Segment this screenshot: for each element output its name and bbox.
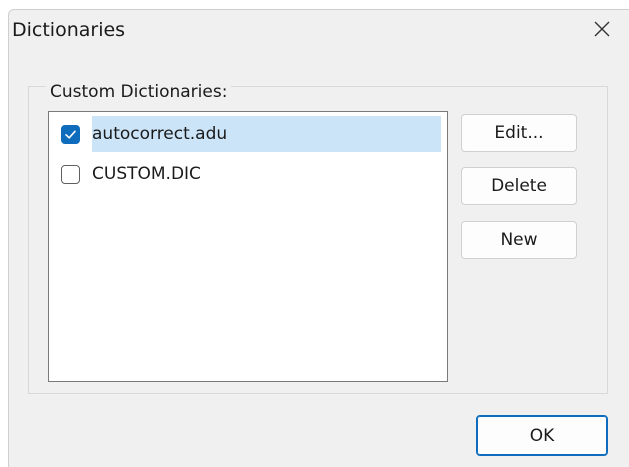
list-item-label: CUSTOM.DIC <box>92 164 201 184</box>
delete-button[interactable]: Delete <box>461 167 577 205</box>
list-item-label: autocorrect.adu <box>92 116 441 152</box>
dialog-title: Dictionaries <box>12 19 126 41</box>
close-button[interactable] <box>585 14 619 48</box>
checkmark-icon <box>65 130 76 139</box>
custom-dictionaries-label: Custom Dictionaries: <box>46 82 232 102</box>
new-button[interactable]: New <box>461 221 577 259</box>
list-item-autocorrect[interactable]: autocorrect.adu <box>57 116 441 152</box>
checkbox-custom-dic[interactable] <box>61 164 80 184</box>
edit-button[interactable]: Edit... <box>461 114 577 152</box>
checkbox-autocorrect[interactable] <box>61 124 80 144</box>
close-icon <box>593 20 611 42</box>
ok-button[interactable]: OK <box>476 415 608 456</box>
dictionary-list[interactable]: autocorrect.adu CUSTOM.DIC <box>48 111 448 382</box>
list-item-custom-dic[interactable]: CUSTOM.DIC <box>57 156 441 192</box>
